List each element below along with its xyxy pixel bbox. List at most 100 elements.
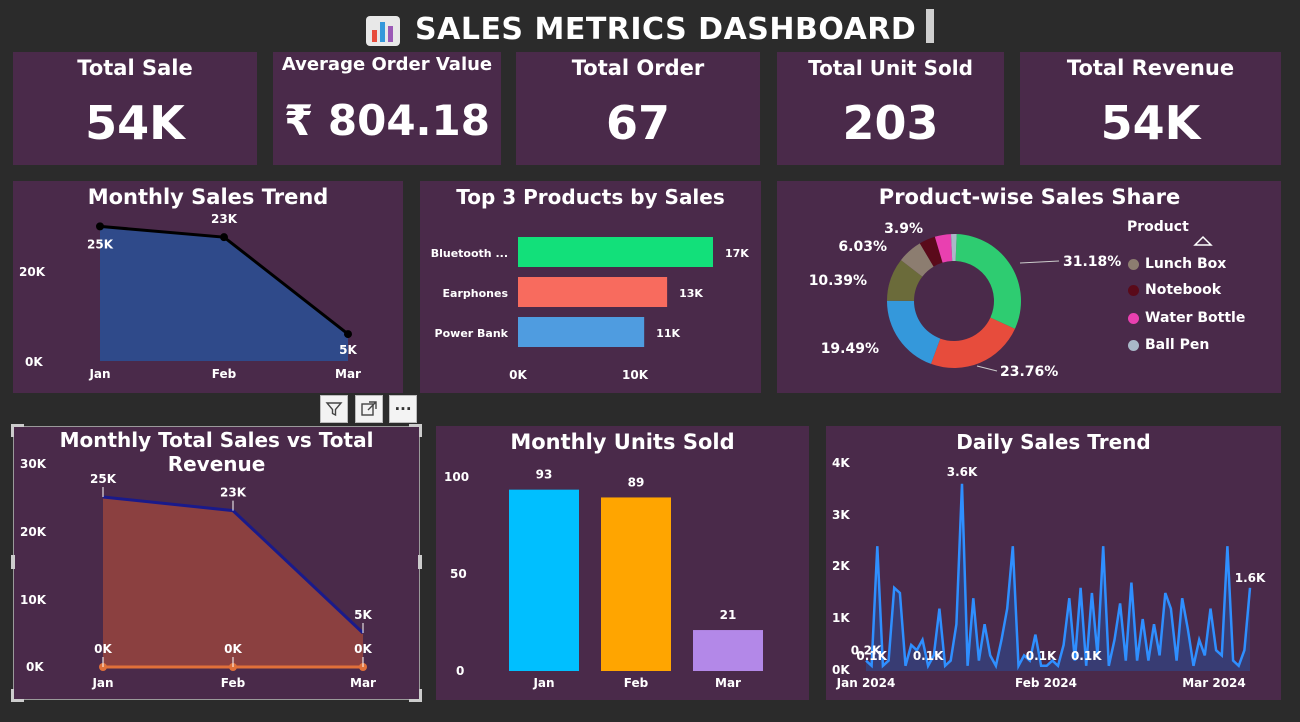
bar [601, 497, 671, 671]
chart-top3-products[interactable]: Top 3 Products by Sales Bluetooth ... 17K… [420, 181, 761, 393]
legend-item[interactable]: Notebook [1128, 282, 1221, 298]
legend-dot [1128, 284, 1139, 296]
x-tick: Mar [335, 367, 361, 381]
slice-label: 19.49% [821, 341, 879, 357]
series-line [865, 483, 1252, 671]
y-tick: 50 [450, 567, 467, 581]
y-tick: 0K [832, 663, 850, 677]
kpi-label: Average Order Value [281, 54, 493, 75]
bar [693, 630, 763, 671]
monthly-sales-trend-svg: 20K 0K 25K 23K 5K Jan Feb Mar [19, 212, 361, 381]
x-tick: Jan [91, 676, 113, 690]
x-tick: Mar [715, 676, 741, 690]
data-label: 5K [339, 343, 357, 357]
data-label: 0.1K [1026, 649, 1057, 663]
collapse-up-icon [1193, 235, 1213, 246]
slice-label: 6.03% [838, 239, 887, 255]
data-label: 93 [536, 468, 553, 482]
filter-button[interactable] [320, 395, 348, 423]
legend-item[interactable]: Ball Pen [1128, 337, 1209, 353]
kpi-card-total-revenue[interactable]: Total Revenue 54K [1020, 52, 1281, 165]
data-label: 5K [354, 608, 372, 622]
resize-handle[interactable] [409, 424, 422, 437]
y-tick: 20K [20, 525, 47, 539]
slice-label: 10.39% [809, 273, 867, 289]
data-label: 0.1K [913, 649, 944, 663]
data-label: 3.6K [947, 465, 978, 479]
data-label: 89 [628, 475, 645, 489]
x-tick: 0K [509, 368, 527, 382]
bar-chart-icon [366, 16, 400, 46]
bar [518, 317, 645, 347]
data-point [220, 233, 228, 242]
y-tick: 1K [832, 611, 850, 625]
legend-label: Notebook [1145, 282, 1222, 298]
page-title: SALES METRICS DASHBOARD [415, 12, 917, 47]
y-tick: 100 [444, 470, 469, 484]
x-tick: Jan [532, 676, 554, 690]
pie-slice [955, 234, 1021, 329]
focus-mode-icon [361, 401, 377, 416]
more-options-button[interactable]: ··· [389, 395, 417, 423]
legend-dot [1128, 258, 1139, 270]
legend-dot [1128, 339, 1139, 351]
kpi-value: 54K [1100, 96, 1201, 150]
resize-handle[interactable] [11, 424, 24, 437]
kpi-label: Total Unit Sold [808, 56, 973, 80]
sales-vs-revenue-svg: 30K 20K 10K 0K 25K 23K 5K 0K 0K 0K Jan Feb Ma… [20, 457, 376, 690]
daily-sales-svg: 4K 3K 2K 1K 0K 0.2K0.1K 0.1K3.6K0.1K 0.1K1… [832, 456, 1266, 690]
data-label: 13K [679, 287, 703, 300]
category-label: Bluetooth ... [431, 247, 508, 260]
y-tick: 4K [832, 456, 850, 470]
data-label: 0K [224, 642, 242, 656]
x-tick: Feb [212, 367, 237, 381]
kpi-card-total-order[interactable]: Total Order 67 [516, 52, 760, 165]
resize-handle[interactable] [11, 689, 24, 702]
legend-dot [1128, 312, 1139, 324]
more-options-icon: ··· [394, 400, 412, 418]
title-bar: SALES METRICS DASHBOARD [0, 0, 1300, 52]
focus-mode-button[interactable] [355, 395, 383, 423]
chart-daily-sales[interactable]: Daily Sales Trend 4K 3K 2K 1K 0K 0.2K 0.1… [826, 426, 1281, 700]
data-label: 0.1K [856, 649, 887, 663]
data-point [96, 222, 104, 231]
slice-label: 3.9% [884, 221, 923, 237]
slice-label: 23.76% [1000, 364, 1058, 380]
legend-item[interactable]: Water Bottle [1128, 310, 1245, 326]
kpi-value: 203 [842, 96, 939, 150]
kpi-card-total-sale[interactable]: Total Sale 54K [13, 52, 257, 165]
kpi-card-total-unit-sold[interactable]: Total Unit Sold 203 [777, 52, 1004, 165]
data-label: 17K [725, 247, 749, 260]
top3-products-svg: Bluetooth ... 17K Earphones 13K Power Bank 11… [431, 237, 749, 382]
leader-line [976, 365, 998, 372]
y-tick: 3K [832, 508, 850, 522]
data-point [344, 330, 352, 339]
category-label: Earphones [443, 287, 509, 300]
legend-item[interactable]: Lunch Box [1128, 256, 1226, 272]
data-label: 25K [90, 472, 117, 486]
resize-handle[interactable] [11, 555, 15, 569]
legend-title: Product [1127, 219, 1189, 235]
y-tick: 0 [456, 664, 464, 678]
category-label: Power Bank [435, 327, 509, 340]
data-label: 25K [87, 237, 114, 251]
x-tick: Jan [88, 367, 110, 381]
bar [518, 277, 668, 307]
legend-label: Ball Pen [1145, 337, 1210, 353]
chart-sales-vs-revenue[interactable]: Monthly Total Sales vs Total Revenue 30K… [11, 424, 422, 702]
resize-handle[interactable] [409, 689, 422, 702]
data-label: 23K [220, 486, 247, 500]
y-tick: 0K [25, 355, 43, 369]
pie-slice [887, 300, 941, 364]
kpi-card-average-order-value[interactable]: Average Order Value ₹ 804.18 [273, 52, 501, 165]
chart-monthly-units[interactable]: Monthly Units Sold 100 50 0 93 Jan 89 Feb 21… [436, 426, 809, 700]
x-tick: 10K [622, 368, 649, 382]
kpi-value: ₹ 804.18 [284, 96, 490, 145]
bar [509, 489, 579, 671]
chart-monthly-sales-trend[interactable]: Monthly Sales Trend 20K 0K 25K 23K 5K Jan … [13, 181, 403, 393]
x-tick: Mar 2024 [1182, 676, 1246, 690]
kpi-value: 54K [85, 96, 185, 150]
data-label: 0K [94, 642, 112, 656]
resize-handle[interactable] [418, 555, 422, 569]
legend-label: Water Bottle [1145, 310, 1246, 326]
